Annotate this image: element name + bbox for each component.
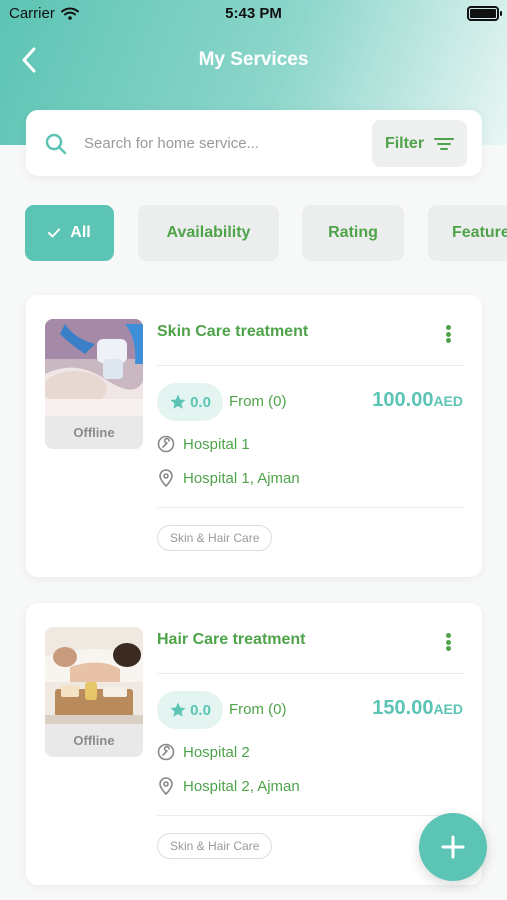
chip-rating[interactable]: Rating: [302, 205, 404, 261]
dot: [445, 325, 451, 330]
clock: 5:43 PM: [225, 5, 282, 22]
service-title[interactable]: Hair Care treatment: [157, 631, 306, 649]
divider: [157, 673, 464, 674]
dot: [445, 646, 451, 651]
provider-row: Hospital 1: [157, 435, 250, 453]
provider-name: Hospital 1: [183, 435, 250, 453]
divider: [157, 815, 464, 816]
chip-all[interactable]: All: [25, 205, 114, 261]
price-amount: 100.00: [372, 389, 434, 411]
service-photo: [45, 627, 143, 724]
provider-row: Hospital 2: [157, 743, 250, 761]
price: 150.00AED: [372, 697, 463, 720]
check-icon: [48, 228, 61, 238]
search-bar: Filter: [26, 110, 482, 176]
rating-badge: 0.0: [157, 691, 223, 729]
chip-label: All: [70, 224, 91, 241]
rating-badge: 0.0: [157, 383, 223, 421]
status-badge: Offline: [45, 416, 143, 449]
category-tag: Skin & Hair Care: [157, 525, 273, 551]
filter-button[interactable]: Filter: [372, 120, 467, 167]
service-title[interactable]: Skin Care treatment: [157, 323, 308, 341]
price-currency: AED: [433, 393, 463, 409]
dot: [445, 331, 451, 337]
price: 100.00AED: [372, 389, 463, 412]
wrench-circle-icon: [157, 743, 175, 761]
star-icon: [170, 702, 186, 717]
add-service-button[interactable]: [419, 813, 487, 881]
star-icon: [170, 394, 186, 409]
divider: [157, 365, 464, 366]
more-options-button[interactable]: [438, 321, 458, 347]
dot: [445, 633, 451, 638]
divider: [157, 507, 464, 508]
filter-lines-icon: [434, 137, 455, 150]
battery-icon: [467, 6, 502, 21]
service-card[interactable]: Offline Hair Care treatment 0.0 From (0)…: [26, 603, 482, 885]
dot: [445, 639, 451, 645]
chip-label: Availability: [166, 224, 251, 241]
review-count: From (0): [229, 393, 287, 410]
dot: [445, 338, 451, 343]
location-text: Hospital 1, Ajman: [183, 469, 300, 487]
wrench-circle-icon: [157, 435, 175, 453]
location-text: Hospital 2, Ajman: [183, 777, 300, 795]
provider-name: Hospital 2: [183, 743, 250, 761]
plus-icon: [441, 835, 465, 859]
location-row: Hospital 1, Ajman: [157, 469, 300, 487]
price-currency: AED: [433, 701, 463, 717]
chip-featured[interactable]: Featured: [428, 205, 507, 261]
service-thumbnail: Offline: [45, 319, 143, 449]
service-photo: [45, 319, 143, 416]
search-input[interactable]: [84, 128, 304, 158]
status-bar: Carrier 5:43 PM: [0, 0, 507, 28]
more-options-button[interactable]: [438, 629, 458, 655]
filter-label: Filter: [384, 134, 425, 152]
map-pin-icon: [159, 777, 173, 795]
status-badge: Offline: [45, 724, 143, 757]
rating-value: 0.0: [190, 701, 211, 719]
page-title: My Services: [198, 49, 309, 70]
rating-value: 0.0: [190, 393, 211, 411]
location-row: Hospital 2, Ajman: [157, 777, 300, 795]
search-icon: [45, 133, 67, 155]
chip-availability[interactable]: Availability: [138, 205, 279, 261]
service-thumbnail: Offline: [45, 627, 143, 757]
map-pin-icon: [159, 469, 173, 487]
chip-label: Rating: [328, 224, 378, 241]
category-tag: Skin & Hair Care: [157, 833, 273, 859]
review-count: From (0): [229, 701, 287, 718]
service-card[interactable]: Offline Skin Care treatment 0.0 From (0)…: [26, 295, 482, 577]
chip-label: Featured: [452, 224, 507, 241]
price-amount: 150.00: [372, 697, 434, 719]
filter-chips: All Availability Rating Featured: [25, 205, 507, 261]
